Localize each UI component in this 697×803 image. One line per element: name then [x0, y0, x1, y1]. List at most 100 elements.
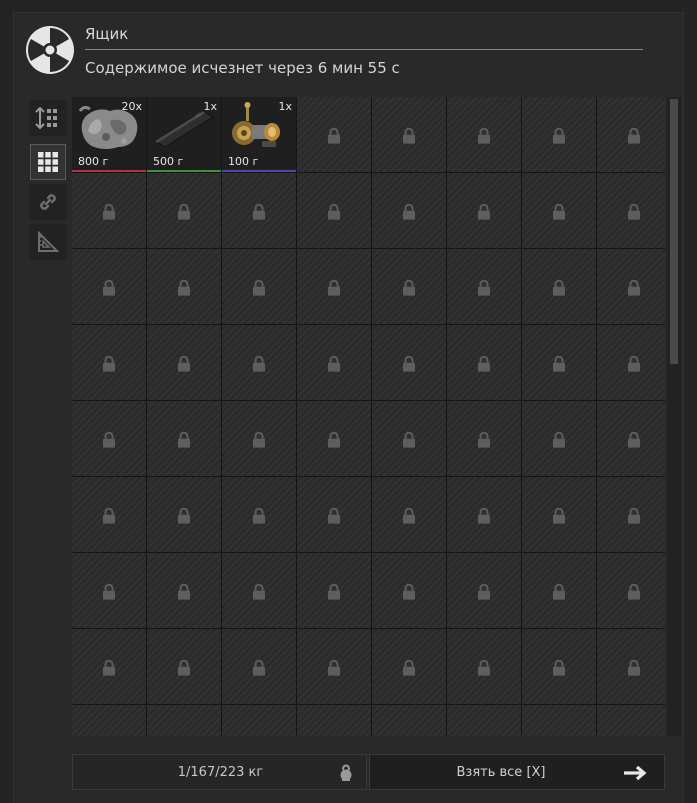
locked-slot [597, 173, 665, 248]
lock-icon [328, 279, 340, 296]
locked-slot [222, 477, 296, 552]
inventory-item-bar[interactable]: 1x 500 г [147, 97, 221, 172]
link-icon [40, 194, 56, 210]
lock-icon [253, 203, 265, 220]
lock-icon [478, 507, 490, 524]
item-weight: 800 г [78, 155, 109, 168]
lock-icon [553, 127, 565, 144]
item-quantity: 20x [121, 100, 142, 113]
locked-slot [72, 173, 146, 248]
locked-slot [147, 173, 221, 248]
locked-slot [447, 629, 521, 704]
locked-slot [372, 553, 446, 628]
scrollbar-thumb[interactable] [670, 99, 678, 364]
take-all-label: Взять все [X] [456, 765, 546, 780]
locked-slot [447, 97, 521, 172]
locked-slot [222, 325, 296, 400]
lock-icon [181, 735, 187, 736]
locked-slot [297, 629, 371, 704]
locked-slot [597, 705, 665, 736]
locked-slot [297, 97, 371, 172]
locked-slot [522, 477, 596, 552]
inventory-item-ore[interactable]: 20x 800 г [72, 97, 146, 172]
locked-slot [522, 553, 596, 628]
locked-slot [147, 629, 221, 704]
lock-icon [253, 279, 265, 296]
locked-slot [297, 477, 371, 552]
lock-icon [478, 355, 490, 372]
lock-icon [106, 735, 112, 736]
locked-slot [222, 629, 296, 704]
locked-slot [222, 401, 296, 476]
lock-icon [178, 507, 190, 524]
locked-slot [372, 705, 446, 736]
weight-display: 1/167/223 кг [72, 754, 367, 790]
item-quantity: 1x [203, 100, 217, 113]
lock-icon [103, 203, 115, 220]
lock-icon [478, 431, 490, 448]
lock-icon [553, 507, 565, 524]
lock-icon [103, 659, 115, 676]
grid-view-button[interactable] [30, 144, 66, 180]
lock-icon [178, 355, 190, 372]
locked-slot [72, 325, 146, 400]
lock-icon [553, 203, 565, 220]
locked-slot [447, 325, 521, 400]
lock-icon [628, 583, 640, 600]
locked-slot [72, 629, 146, 704]
lock-icon [178, 431, 190, 448]
lock-icon [628, 431, 640, 448]
arrow-right-icon [624, 765, 647, 781]
locked-slot [297, 553, 371, 628]
locked-slot [297, 249, 371, 324]
lock-icon [403, 355, 415, 372]
locked-slot [147, 553, 221, 628]
lock-icon [328, 659, 340, 676]
locked-slot [447, 705, 521, 736]
locked-slot [72, 401, 146, 476]
locked-slot [522, 401, 596, 476]
lock-icon [403, 431, 415, 448]
locked-slot [447, 553, 521, 628]
lock-icon [328, 355, 340, 372]
grid-scrollbar[interactable] [667, 97, 681, 736]
grid-view-icon [38, 152, 58, 172]
locked-slot [597, 477, 665, 552]
locked-slot [447, 477, 521, 552]
locked-slot [147, 401, 221, 476]
lock-icon [103, 355, 115, 372]
lock-icon [553, 583, 565, 600]
link-button[interactable] [30, 184, 66, 220]
locked-slot [372, 173, 446, 248]
inventory-item-device[interactable]: 1x 100 г [222, 97, 296, 172]
locked-slot [297, 173, 371, 248]
lock-icon [628, 127, 640, 144]
locked-slot [522, 173, 596, 248]
lock-icon [478, 279, 490, 296]
lock-icon [253, 659, 265, 676]
inventory-grid: 20x 800 г 1x 500 г 1x 100 г [72, 97, 665, 736]
title-divider [85, 49, 643, 50]
lock-icon [253, 431, 265, 448]
locked-slot [372, 629, 446, 704]
lock-icon [103, 507, 115, 524]
lock-icon [478, 203, 490, 220]
lock-icon [328, 583, 340, 600]
lock-icon [178, 203, 190, 220]
take-all-button[interactable]: Взять все [X] [369, 754, 665, 790]
lock-icon [256, 735, 262, 736]
side-toolbar [30, 100, 68, 264]
locked-slot [447, 249, 521, 324]
locked-slot [372, 401, 446, 476]
sort-button[interactable] [30, 100, 66, 136]
locked-slot [372, 325, 446, 400]
lock-icon [403, 507, 415, 524]
locked-slot [147, 325, 221, 400]
footer: 1/167/223 кг Взять все [X] [72, 754, 665, 790]
locked-slot [222, 553, 296, 628]
item-weight: 100 г [228, 155, 259, 168]
lock-icon [553, 431, 565, 448]
locked-slot [297, 705, 371, 736]
ruler-button[interactable] [30, 224, 66, 260]
lock-icon [178, 659, 190, 676]
